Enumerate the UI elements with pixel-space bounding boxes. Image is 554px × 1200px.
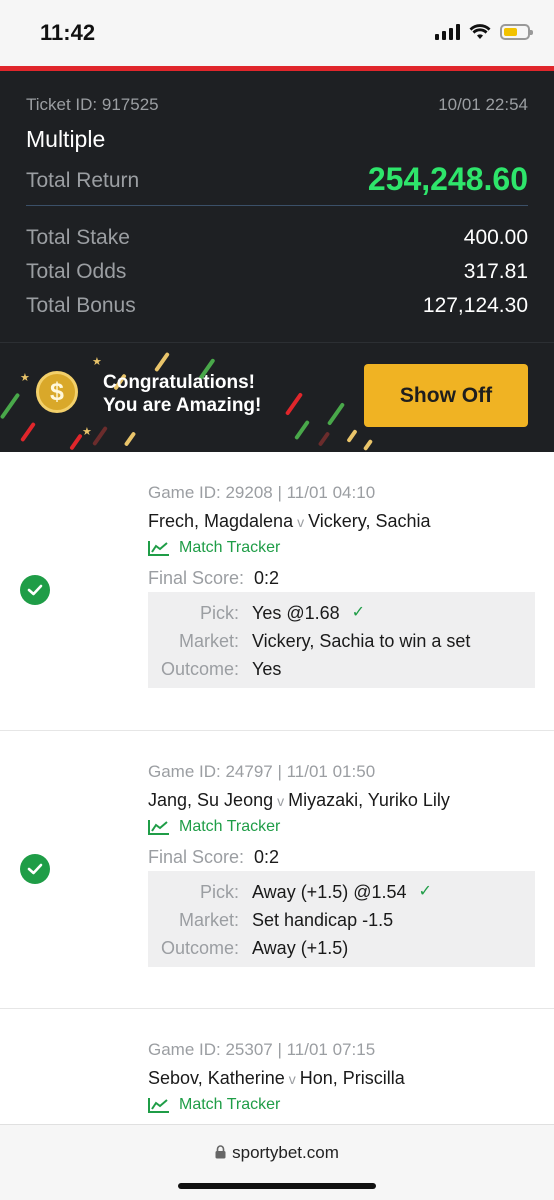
total-odds-row: Total Odds 317.81 <box>26 260 528 284</box>
game-id: Game ID: 25307 | 11/01 07:15 <box>148 1040 376 1059</box>
pick-row: Pick: Away (+1.5) @1.54 ✓ <box>148 878 535 906</box>
match-tracker-link[interactable]: Match Tracker <box>148 539 280 557</box>
ticket-summary: Ticket ID: 917525 10/01 22:54 Multiple T… <box>0 71 554 342</box>
lock-icon <box>215 1145 226 1159</box>
away-team: Miyazaki, Yuriko Lily <box>288 790 450 810</box>
market-label: Market: <box>178 631 239 651</box>
match-teams: Sebov, Katherine v Hon, Priscilla <box>148 1068 405 1089</box>
home-team: Jang, Su Jeong <box>148 790 274 810</box>
url-display[interactable]: sportybet.com <box>0 1143 554 1163</box>
star-icon: ★ <box>92 356 102 368</box>
congrats-banner: ★ ★ ★ $ Congratulations! You are Amazing… <box>0 342 554 452</box>
versus-label: v <box>297 514 305 530</box>
outcome-value: Away (+1.5) <box>252 938 349 958</box>
final-score: Final Score: 0:2 <box>148 847 279 868</box>
outcome-row: Outcome: Away (+1.5) <box>148 934 535 962</box>
pick-label: Pick: <box>199 882 239 902</box>
pick-details: Pick: Yes @1.68 ✓ Market: Vickery, Sachi… <box>148 592 535 688</box>
url-text: sportybet.com <box>232 1143 339 1162</box>
total-return-value: 254,248.60 <box>367 161 528 197</box>
total-return-label: Total Return <box>26 169 140 192</box>
battery-icon <box>500 24 533 40</box>
away-team: Vickery, Sachia <box>308 511 431 531</box>
versus-label: v <box>277 793 285 809</box>
match-tracker-label: Match Tracker <box>179 539 281 556</box>
outcome-row: Outcome: Yes <box>148 655 535 683</box>
game-card: Game ID: 29208 | 11/01 04:10 Frech, Magd… <box>0 452 554 731</box>
game-id: Game ID: 29208 | 11/01 04:10 <box>148 483 376 502</box>
match-teams: Jang, Su Jeong v Miyazaki, Yuriko Lily <box>148 790 450 811</box>
pick-value: Away (+1.5) @1.54 <box>252 882 407 902</box>
versus-label: v <box>288 1071 296 1087</box>
star-icon: ★ <box>82 426 92 438</box>
star-icon: ★ <box>20 372 30 384</box>
show-off-button[interactable]: Show Off <box>364 364 528 427</box>
outcome-label: Outcome: <box>160 938 239 958</box>
home-team: Frech, Magdalena <box>148 511 294 531</box>
final-score-value: 0:2 <box>254 568 280 588</box>
congrats-line-2: You are Amazing! <box>103 395 262 416</box>
coin-icon: $ <box>36 371 78 413</box>
market-value: Set handicap -1.5 <box>252 910 394 930</box>
total-bonus-label: Total Bonus <box>26 294 136 317</box>
check-circle-icon <box>20 854 50 884</box>
game-card: Game ID: 24797 | 11/01 01:50 Jang, Su Je… <box>0 731 554 1009</box>
total-odds-label: Total Odds <box>26 260 127 283</box>
ticket-type: Multiple <box>26 126 106 152</box>
total-stake-value: 400.00 <box>463 226 528 249</box>
home-indicator[interactable] <box>178 1183 376 1189</box>
total-stake-label: Total Stake <box>26 226 130 249</box>
status-bar: 11:42 <box>0 0 554 66</box>
game-id: Game ID: 24797 | 11/01 01:50 <box>148 762 376 781</box>
total-stake-row: Total Stake 400.00 <box>26 226 528 250</box>
total-bonus-value: 127,124.30 <box>422 294 528 317</box>
status-icons <box>435 24 533 40</box>
market-value: Vickery, Sachia to win a set <box>252 631 471 651</box>
market-row: Market: Set handicap -1.5 <box>148 906 535 934</box>
pick-details: Pick: Away (+1.5) @1.54 ✓ Market: Set ha… <box>148 871 535 967</box>
market-row: Market: Vickery, Sachia to win a set <box>148 627 535 655</box>
check-circle-icon <box>20 575 50 605</box>
pick-label: Pick: <box>199 603 239 623</box>
match-teams: Frech, Magdalena v Vickery, Sachia <box>148 511 430 532</box>
total-odds-value: 317.81 <box>463 260 528 283</box>
browser-url-bar[interactable]: sportybet.com <box>0 1124 554 1200</box>
total-bonus-row: Total Bonus 127,124.30 <box>26 294 528 318</box>
game-card: Game ID: 25307 | 11/01 07:15 Sebov, Kath… <box>0 1009 554 1124</box>
final-score-label: Final Score: <box>148 568 245 588</box>
check-icon: ✓ <box>351 604 366 621</box>
market-label: Market: <box>178 910 239 930</box>
chart-trend-icon <box>148 1098 169 1113</box>
final-score: Final Score: 0:2 <box>148 568 279 589</box>
chart-trend-icon <box>148 541 169 556</box>
outcome-value: Yes <box>252 659 282 679</box>
ticket-date: 10/01 22:54 <box>438 95 528 114</box>
congrats-line-1: Congratulations! <box>103 372 255 393</box>
ticket-id: Ticket ID: 917525 <box>26 95 159 114</box>
wifi-icon <box>469 24 491 39</box>
match-tracker-link[interactable]: Match Tracker <box>148 818 280 836</box>
pick-value: Yes @1.68 <box>252 603 340 623</box>
final-score-label: Final Score: <box>148 847 245 867</box>
divider <box>26 205 528 206</box>
cellular-signal-icon <box>435 24 460 40</box>
away-team: Hon, Priscilla <box>299 1068 405 1088</box>
match-tracker-label: Match Tracker <box>179 1096 281 1113</box>
outcome-label: Outcome: <box>160 659 239 679</box>
pick-row: Pick: Yes @1.68 ✓ <box>148 599 535 627</box>
congrats-text: Congratulations! You are Amazing! <box>103 371 261 417</box>
home-team: Sebov, Katherine <box>148 1068 285 1088</box>
chart-trend-icon <box>148 820 169 835</box>
check-icon: ✓ <box>418 883 432 900</box>
match-tracker-label: Match Tracker <box>179 818 281 835</box>
final-score-value: 0:2 <box>254 847 280 867</box>
status-time: 11:42 <box>40 20 96 45</box>
match-tracker-link[interactable]: Match Tracker <box>148 1096 280 1114</box>
